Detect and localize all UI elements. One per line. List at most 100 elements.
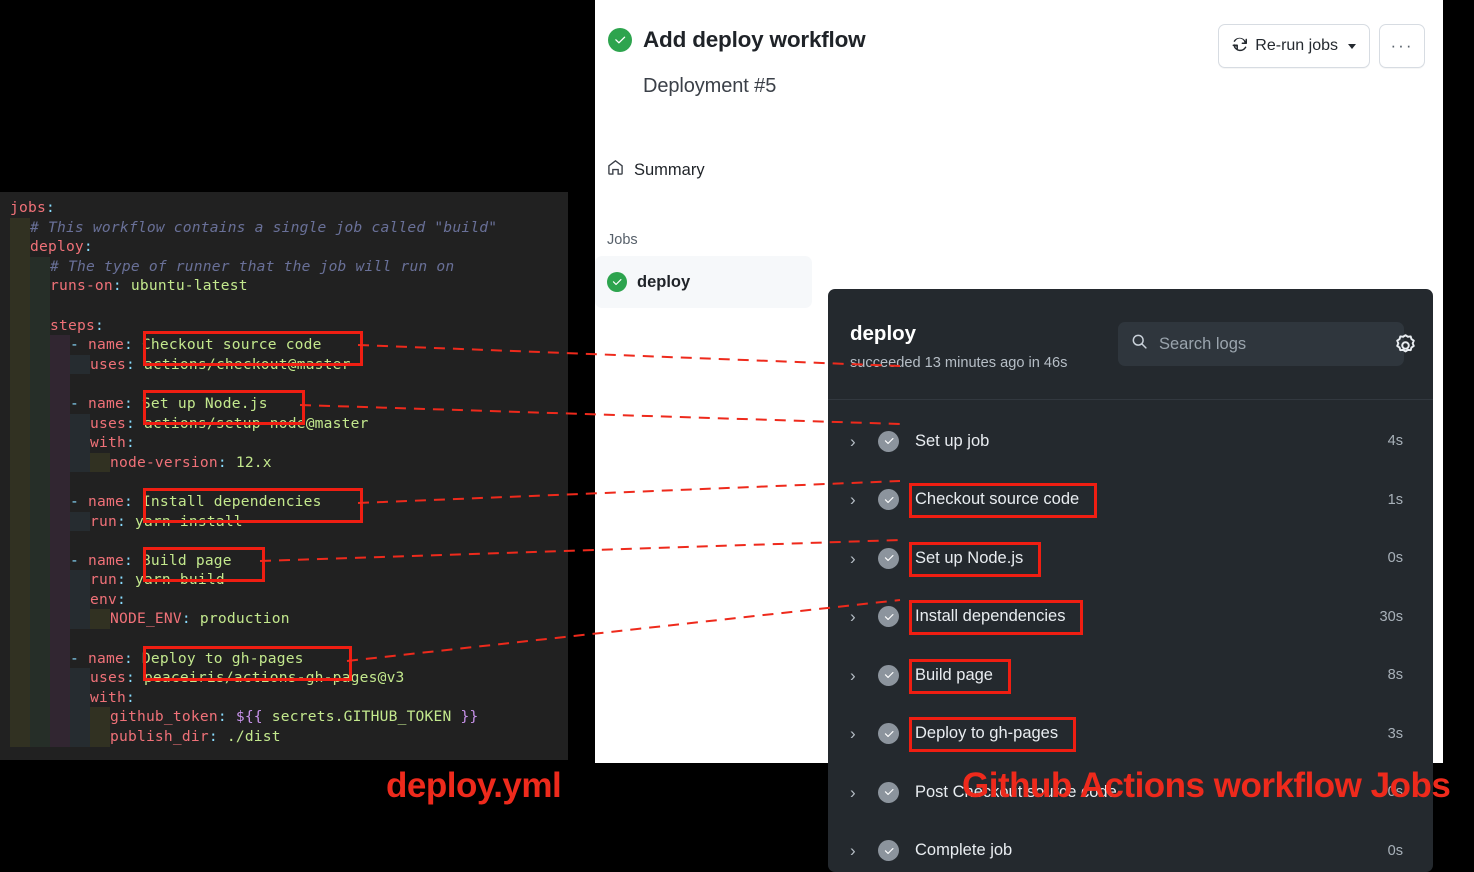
log-step-row[interactable]: ›Set up job4s — [828, 412, 1433, 471]
check-circle-icon — [878, 723, 899, 744]
log-step-name: Complete job — [915, 841, 1012, 860]
code-token: : — [126, 689, 135, 706]
code-line — [0, 629, 568, 649]
code-line: github_token: ${{ secrets.GITHUB_TOKEN }… — [0, 707, 568, 727]
search-logs-box[interactable] — [1118, 322, 1404, 366]
code-token: steps — [50, 317, 95, 334]
code-token: publish_dir — [110, 728, 209, 745]
log-step-name: Checkout source code — [915, 490, 1079, 509]
code-token: # This workflow contains a single job ca… — [30, 219, 497, 236]
code-token: ${{ — [236, 708, 263, 725]
code-line: run: yarn install — [0, 512, 568, 532]
log-step-row[interactable]: ›Build page8s — [828, 646, 1433, 705]
log-step-name: Install dependencies — [915, 607, 1065, 626]
log-step-row[interactable]: › Set up Node.js 0s — [828, 529, 1433, 588]
gear-icon[interactable] — [1393, 333, 1418, 363]
code-token: : — [209, 728, 227, 745]
code-token: peaceiris/actions-gh-pages@v3 — [144, 669, 405, 686]
log-step-row[interactable]: › Checkout source code 1s — [828, 471, 1433, 530]
code-token: with — [90, 434, 126, 451]
log-step-row[interactable]: › Install dependencies 30s — [828, 588, 1433, 647]
rerun-jobs-button[interactable]: Re-run jobs — [1218, 24, 1370, 68]
run-title-row: Add deploy workflow — [608, 27, 865, 53]
code-token: : — [117, 591, 126, 608]
log-step-duration: 0s — [1388, 550, 1403, 566]
sidebar-item-job-deploy[interactable]: deploy — [595, 256, 812, 308]
code-token: uses — [90, 415, 126, 432]
code-token: - — [70, 552, 88, 569]
log-step-name: Deploy to gh-pages — [915, 724, 1058, 743]
code-token: run — [90, 513, 117, 530]
code-token: : — [126, 356, 144, 373]
code-line: runs-on: ubuntu-latest — [0, 276, 568, 296]
code-line: NODE_ENV: production — [0, 609, 568, 629]
chevron-right-icon[interactable]: › — [850, 491, 868, 508]
code-token: deploy — [30, 238, 84, 255]
code-token: : — [84, 238, 93, 255]
code-line: # The type of runner that the job will r… — [0, 257, 568, 277]
check-circle-icon — [878, 840, 899, 861]
caption-github-actions: Github Actions workflow Jobs — [962, 766, 1450, 806]
code-token: : — [124, 395, 142, 412]
sidebar: Summary Jobs deploy — [595, 140, 820, 308]
log-step-duration: 3s — [1388, 726, 1403, 742]
screenshot-root: jobs:# This workflow contains a single j… — [0, 0, 1474, 830]
code-token: name — [88, 552, 124, 569]
chevron-right-icon[interactable]: › — [850, 608, 868, 625]
caption-deploy-yml: deploy.yml — [386, 766, 561, 806]
sidebar-item-summary[interactable]: Summary — [595, 150, 820, 190]
log-step-duration: 0s — [1388, 843, 1403, 859]
log-job-name: deploy — [850, 322, 916, 346]
deploy-yml-code-panel: jobs:# This workflow contains a single j… — [0, 192, 568, 760]
search-logs-input[interactable] — [1157, 334, 1361, 355]
more-options-button[interactable]: ··· — [1379, 24, 1425, 68]
code-line — [0, 531, 568, 551]
code-token: actions/checkout@master — [144, 356, 351, 373]
chevron-right-icon[interactable]: › — [850, 433, 868, 450]
code-token: yarn build — [135, 571, 225, 588]
page-title: Add deploy workflow — [643, 27, 865, 53]
code-token: }} — [461, 708, 479, 725]
log-step-name: Build page — [915, 666, 993, 685]
chevron-right-icon[interactable]: › — [850, 842, 868, 859]
code-token: : — [113, 277, 131, 294]
code-token: ubuntu-latest — [131, 277, 248, 294]
code-token: : — [126, 669, 144, 686]
code-line: with: — [0, 688, 568, 708]
rerun-jobs-label: Re-run jobs — [1255, 37, 1338, 55]
code-token: env — [90, 591, 117, 608]
chevron-right-icon[interactable]: › — [850, 550, 868, 567]
code-token: : — [124, 552, 142, 569]
log-step-name: Set up Node.js — [915, 549, 1023, 568]
chevron-right-icon[interactable]: › — [850, 784, 868, 801]
code-line: steps: — [0, 316, 568, 336]
check-circle-icon — [878, 489, 899, 510]
chevron-right-icon[interactable]: › — [850, 667, 868, 684]
sidebar-job-label: deploy — [637, 273, 690, 292]
log-step-row[interactable]: › Deploy to gh-pages 3s — [828, 705, 1433, 764]
code-token: uses — [90, 669, 126, 686]
code-token: : — [126, 434, 135, 451]
log-job-status: succeeded 13 minutes ago in 46s — [850, 355, 1067, 371]
code-line: - name: Install dependencies — [0, 492, 568, 512]
sync-icon — [1232, 36, 1248, 57]
code-token: run — [90, 571, 117, 588]
code-token: - — [70, 395, 88, 412]
code-line: uses: actions/setup-node@master — [0, 414, 568, 434]
code-line: env: — [0, 590, 568, 610]
code-token: name — [88, 493, 124, 510]
chevron-right-icon[interactable]: › — [850, 725, 868, 742]
code-line — [0, 296, 568, 316]
code-token: : — [46, 199, 55, 216]
github-actions-panel: Add deploy workflow Deployment #5 Re-run… — [595, 0, 1443, 763]
code-token: : — [126, 415, 144, 432]
code-token: Set up Node.js — [142, 395, 268, 412]
log-step-row[interactable]: › Complete job 0s — [828, 822, 1433, 872]
log-step-duration: 1s — [1388, 492, 1403, 508]
code-token: yarn install — [135, 513, 243, 530]
log-step-duration: 30s — [1379, 609, 1403, 625]
sidebar-jobs-heading: Jobs — [595, 232, 820, 248]
code-line: jobs: — [0, 198, 568, 218]
code-token: node-version — [110, 454, 218, 471]
code-token: with — [90, 689, 126, 706]
